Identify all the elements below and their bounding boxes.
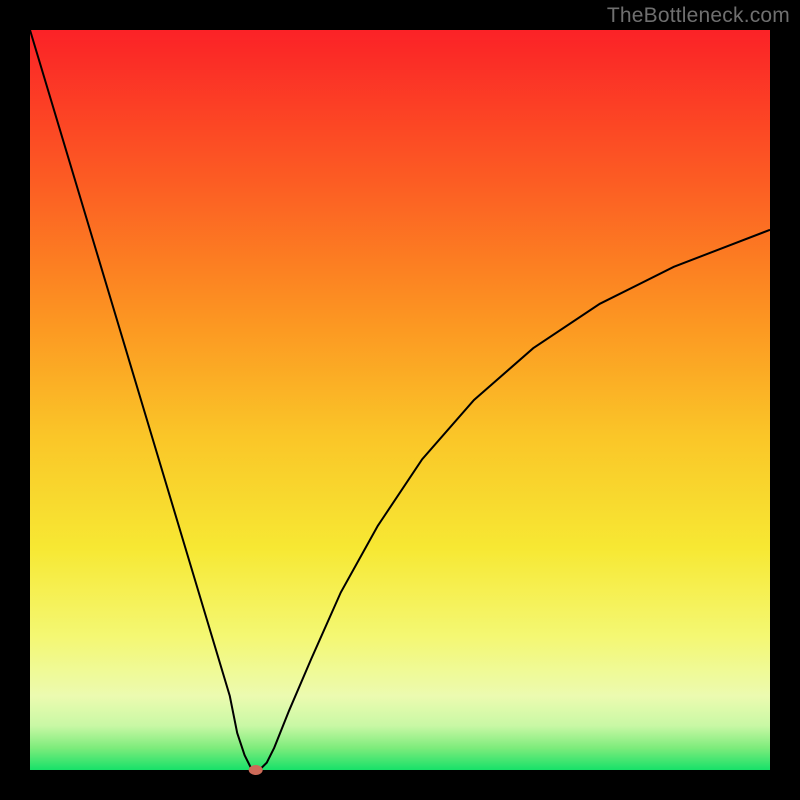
chart-frame: TheBottleneck.com (0, 0, 800, 800)
chart-svg (0, 0, 800, 800)
optimal-point-marker (249, 765, 263, 775)
